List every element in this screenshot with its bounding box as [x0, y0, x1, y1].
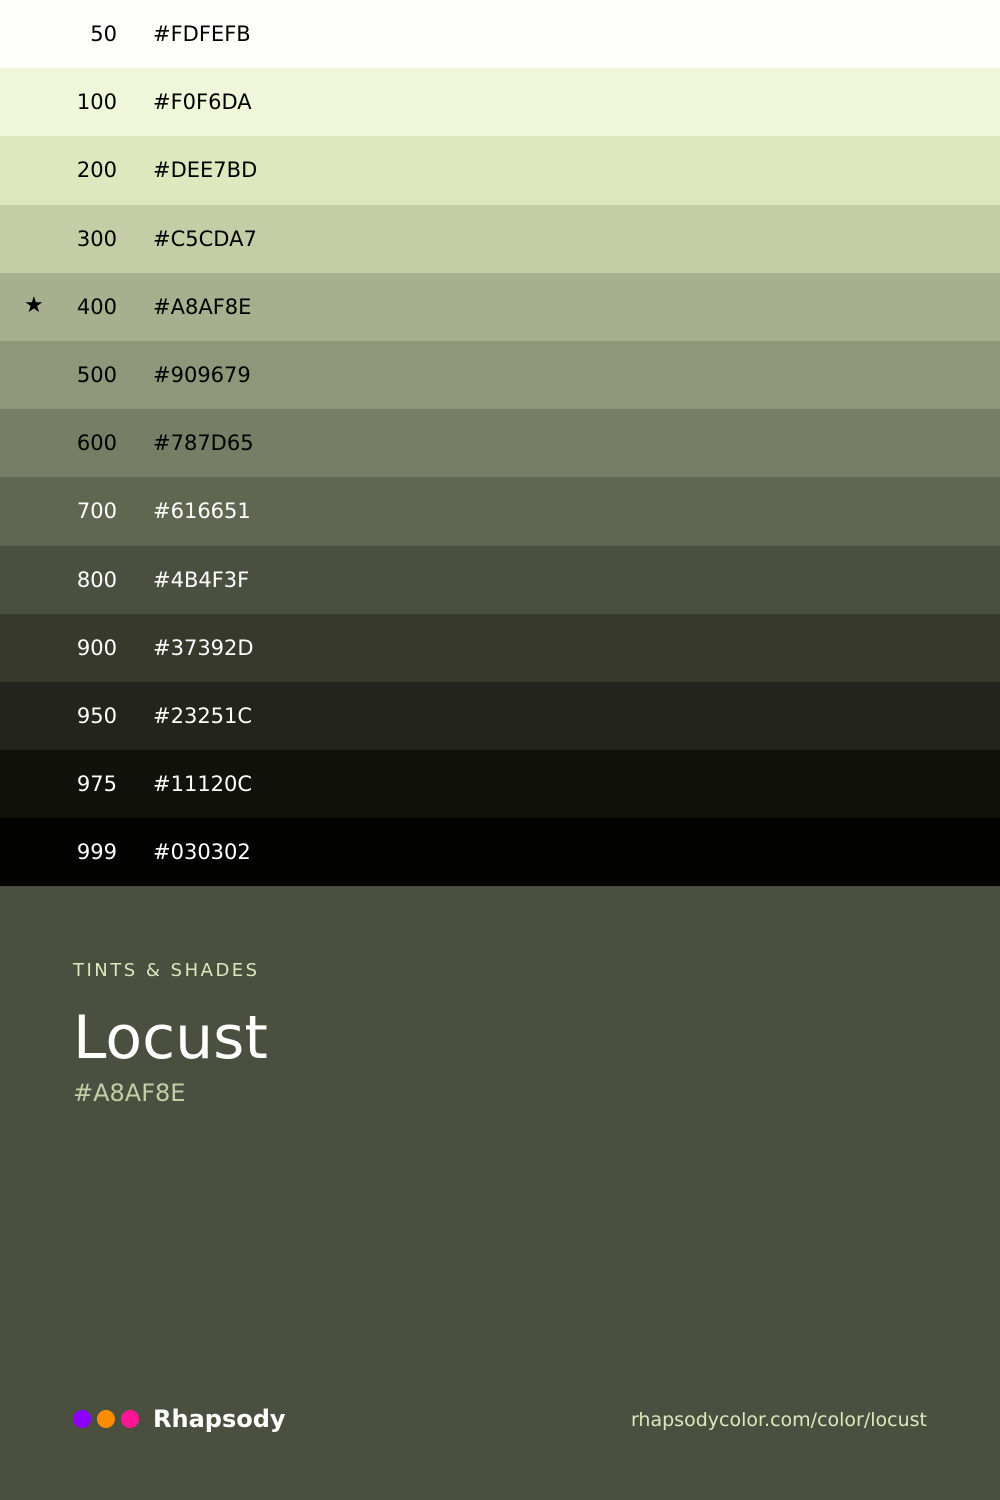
swatch-step: 900 — [76, 635, 117, 660]
swatch-hex[interactable]: #23251C — [153, 704, 252, 728]
swatch-step: 500 — [76, 363, 117, 388]
brand-dot-purple-icon — [73, 1410, 91, 1428]
swatch-step: 999 — [76, 840, 117, 865]
brand-name: Rhapsody — [153, 1405, 286, 1433]
swatch-row-900[interactable]: 900 #37392D — [0, 613, 1000, 682]
swatch-step: 800 — [76, 567, 117, 592]
swatch-row-300[interactable]: 300 #C5CDA7 — [0, 204, 1000, 273]
swatch-hex[interactable]: #030302 — [153, 840, 251, 864]
swatch-step: 950 — [76, 703, 117, 728]
color-hex: #A8AF8E — [73, 1079, 186, 1107]
swatch-step: 200 — [76, 158, 117, 183]
swatch-hex[interactable]: #A8AF8E — [153, 295, 251, 319]
swatch-hex[interactable]: #FDFEFB — [153, 22, 251, 46]
swatch-hex[interactable]: #C5CDA7 — [153, 227, 257, 251]
swatch-hex[interactable]: #909679 — [153, 363, 251, 387]
swatch-hex[interactable]: #616651 — [153, 499, 251, 523]
color-name: Locust — [73, 1003, 268, 1073]
swatch-step: 700 — [76, 499, 117, 524]
brand-dot-pink-icon — [121, 1410, 139, 1428]
swatch-row-500[interactable]: 500 #909679 — [0, 340, 1000, 410]
swatch-row-700[interactable]: 700 #616651 — [0, 477, 1000, 546]
swatch-row-400[interactable]: ★ 400 #A8AF8E — [0, 272, 1000, 341]
current-star-icon: ★ — [24, 292, 44, 318]
swatch-hex[interactable]: #F0F6DA — [153, 90, 252, 114]
swatch-hex[interactable]: #4B4F3F — [153, 568, 249, 592]
swatch-hex[interactable]: #DEE7BD — [153, 158, 257, 182]
swatch-list: 50 #FDFEFB 100 #F0F6DA 200 #DEE7BD 300 #C5CDA7 ★… — [0, 0, 1000, 887]
section-label: TINTS & SHADES — [73, 960, 260, 981]
brand-logo[interactable]: Rhapsody — [73, 1404, 286, 1434]
swatch-step: 600 — [76, 431, 117, 456]
swatch-row-999[interactable]: 999 #030302 — [0, 818, 1000, 887]
swatch-hex[interactable]: #37392D — [153, 636, 254, 660]
swatch-step: 100 — [76, 90, 117, 115]
swatch-step: 400 — [76, 294, 117, 319]
source-url-link[interactable]: rhapsodycolor.com/color/locust — [631, 1409, 927, 1431]
swatch-step: 975 — [76, 772, 117, 797]
brand-dot-orange-icon — [97, 1410, 115, 1428]
swatch-row-800[interactable]: 800 #4B4F3F — [0, 545, 1000, 614]
swatch-hex[interactable]: #787D65 — [153, 431, 254, 455]
swatch-row-200[interactable]: 200 #DEE7BD — [0, 136, 1000, 205]
swatch-row-975[interactable]: 975 #11120C — [0, 750, 1000, 819]
swatch-row-950[interactable]: 950 #23251C — [0, 681, 1000, 751]
swatch-row-600[interactable]: 600 #787D65 — [0, 409, 1000, 478]
swatch-step: 50 — [90, 22, 117, 47]
swatch-row-50[interactable]: 50 #FDFEFB — [0, 0, 1000, 69]
swatch-hex[interactable]: #11120C — [153, 772, 252, 796]
color-info: TINTS & SHADES Locust #A8AF8E — [73, 960, 268, 1107]
swatch-row-100[interactable]: 100 #F0F6DA — [0, 68, 1000, 137]
swatch-step: 300 — [76, 226, 117, 251]
